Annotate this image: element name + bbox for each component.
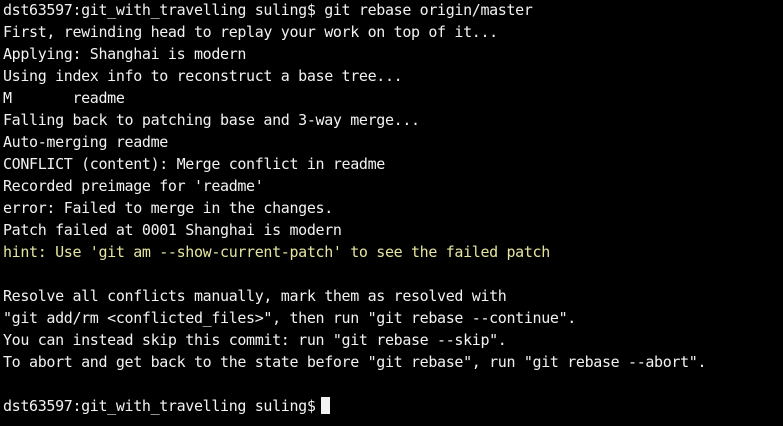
terminal-line-error: error: Failed to merge in the changes. — [3, 199, 333, 217]
terminal-line-hint: hint: Use 'git am --show-current-patch' … — [3, 243, 550, 261]
terminal-line-output: Falling back to patching base and 3-way … — [3, 111, 420, 129]
terminal-line-output: "git add/rm <conflicted_files>", then ru… — [3, 309, 576, 327]
terminal-prompt-line[interactable]: dst63597:git_with_travelling suling$ — [3, 395, 783, 417]
terminal-line-output: Resolve all conflicts manually, mark the… — [3, 287, 507, 305]
terminal-line-command: dst63597:git_with_travelling suling$ git… — [3, 1, 533, 19]
terminal-line-output: You can instead skip this commit: run "g… — [3, 331, 507, 349]
terminal-line-output: Patch failed at 0001 Shanghai is modern — [3, 221, 342, 239]
terminal-line-conflict: CONFLICT (content): Merge conflict in re… — [3, 155, 385, 173]
terminal-line-output: First, rewinding head to replay your wor… — [3, 23, 498, 41]
terminal-line-output: Recorded preimage for 'readme' — [3, 177, 264, 195]
terminal-line-output: Auto-merging readme — [3, 133, 168, 151]
shell-prompt: dst63597:git_with_travelling suling$ — [3, 397, 316, 415]
terminal-line-output: Using index info to reconstruct a base t… — [3, 67, 403, 85]
text-cursor — [320, 397, 330, 414]
terminal-line-output: To abort and get back to the state befor… — [3, 353, 707, 371]
terminal-window[interactable]: dst63597:git_with_travelling suling$ git… — [0, 0, 783, 426]
terminal-line-output: M readme — [3, 89, 125, 107]
terminal-line-output: Applying: Shanghai is modern — [3, 45, 247, 63]
